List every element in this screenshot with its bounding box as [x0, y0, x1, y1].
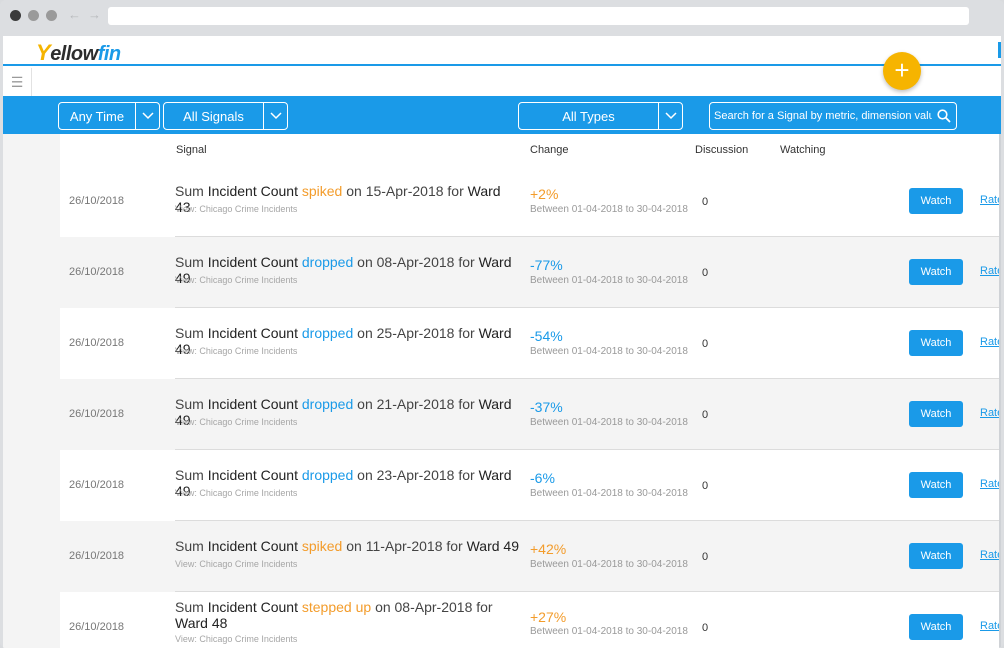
signal-change-value: -37% — [530, 399, 563, 415]
signal-view-name: View: Chicago Crime Incidents — [175, 204, 298, 214]
minimize-window-button[interactable] — [28, 10, 39, 21]
rate-link[interactable]: Rate — [980, 549, 1001, 561]
signal-view-name: View: Chicago Crime Incidents — [175, 488, 298, 498]
signal-row[interactable]: 26/10/2018 Sum Incident Count dropped on… — [60, 450, 1001, 521]
maximize-window-button[interactable] — [46, 10, 57, 21]
app-area: Yellowfin ☰ + Any Time All Signals All T… — [3, 36, 1001, 648]
signal-date: 26/10/2018 — [69, 479, 125, 491]
signal-change-period: Between 01-04-2018 to 30-04-2018 — [530, 346, 688, 357]
browser-window: ← → Yellowfin ☰ + Any Time All Signals A… — [0, 0, 1004, 648]
signal-search-input[interactable]: Search for a Signal by metric, dimension… — [709, 102, 957, 130]
signal-description[interactable]: Sum Incident Count stepped up on 08-Apr-… — [175, 599, 520, 631]
signal-change-period: Between 01-04-2018 to 30-04-2018 — [530, 417, 688, 428]
signal-view-name: View: Chicago Crime Incidents — [175, 346, 298, 356]
signal-change-value: -6% — [530, 470, 555, 486]
rate-link[interactable]: Rate — [980, 407, 1001, 419]
rate-link[interactable]: Rate — [980, 620, 1001, 632]
watch-button[interactable]: Watch — [909, 614, 963, 640]
chevron-down-icon[interactable] — [263, 103, 287, 129]
signal-row[interactable]: 26/10/2018 Sum Incident Count dropped on… — [60, 237, 1001, 308]
add-button[interactable]: + — [883, 52, 921, 90]
top-right-tab[interactable] — [998, 42, 1001, 58]
signal-change-period: Between 01-04-2018 to 30-04-2018 — [530, 275, 688, 286]
chevron-down-icon[interactable] — [658, 103, 682, 129]
menu-icon[interactable]: ☰ — [3, 68, 32, 96]
filter-bar: Any Time All Signals All Types Search fo… — [3, 96, 1001, 134]
search-icon[interactable] — [932, 109, 956, 123]
signal-view-name: View: Chicago Crime Incidents — [175, 417, 298, 427]
signal-change-period: Between 01-04-2018 to 30-04-2018 — [530, 626, 688, 637]
watch-button[interactable]: Watch — [909, 188, 963, 214]
column-watching[interactable]: Watching — [780, 144, 825, 156]
signal-view-name: View: Chicago Crime Incidents — [175, 275, 298, 285]
column-discussion[interactable]: Discussion — [695, 144, 748, 156]
signal-change-period: Between 01-04-2018 to 30-04-2018 — [530, 488, 688, 499]
signals-list: Signal Change Discussion Watching 26/10/… — [3, 134, 1001, 648]
sub-bar: ☰ — [3, 68, 1001, 96]
signal-date: 26/10/2018 — [69, 266, 125, 278]
top-bar: Yellowfin — [3, 36, 1001, 66]
signal-change-value: -54% — [530, 328, 563, 344]
signal-change-period: Between 01-04-2018 to 30-04-2018 — [530, 559, 688, 570]
scrollbar[interactable] — [999, 134, 1001, 648]
signal-description[interactable]: Sum Incident Count spiked on 11-Apr-2018… — [175, 538, 520, 554]
types-filter-select[interactable]: All Types — [518, 102, 683, 130]
discussion-count: 0 — [702, 622, 709, 634]
signal-change-value: -77% — [530, 257, 563, 273]
watch-button[interactable]: Watch — [909, 472, 963, 498]
discussion-count: 0 — [702, 409, 709, 421]
watch-button[interactable]: Watch — [909, 259, 963, 285]
types-filter-label: All Types — [562, 108, 615, 124]
address-bar[interactable] — [108, 7, 969, 25]
signal-view-name: View: Chicago Crime Incidents — [175, 634, 298, 644]
signal-view-name: View: Chicago Crime Incidents — [175, 559, 298, 569]
signal-row[interactable]: 26/10/2018 Sum Incident Count spiked on … — [60, 521, 1001, 592]
column-signal[interactable]: Signal — [176, 144, 207, 156]
signal-date: 26/10/2018 — [69, 550, 125, 562]
signal-date: 26/10/2018 — [69, 195, 125, 207]
signal-row[interactable]: 26/10/2018 Sum Incident Count dropped on… — [60, 308, 1001, 379]
signal-date: 26/10/2018 — [69, 337, 125, 349]
column-change[interactable]: Change — [530, 144, 569, 156]
chevron-down-icon[interactable] — [135, 103, 159, 129]
close-window-button[interactable] — [10, 10, 21, 21]
time-filter-label: Any Time — [69, 108, 125, 124]
column-headers: Signal Change Discussion Watching — [60, 134, 1001, 166]
signals-filter-select[interactable]: All Signals — [163, 102, 288, 130]
rate-link[interactable]: Rate — [980, 478, 1001, 490]
discussion-count: 0 — [702, 551, 709, 563]
rate-link[interactable]: Rate — [980, 336, 1001, 348]
signal-row[interactable]: 26/10/2018 Sum Incident Count stepped up… — [60, 592, 1001, 648]
search-placeholder: Search for a Signal by metric, dimension… — [714, 110, 932, 122]
signals-filter-label: All Signals — [183, 108, 244, 124]
watch-button[interactable]: Watch — [909, 401, 963, 427]
rate-link[interactable]: Rate — [980, 265, 1001, 277]
signal-change-value: +27% — [530, 609, 567, 625]
signal-change-value: +2% — [530, 186, 559, 202]
watch-button[interactable]: Watch — [909, 543, 963, 569]
signal-row[interactable]: 26/10/2018 Sum Incident Count spiked on … — [60, 166, 1001, 237]
discussion-count: 0 — [702, 338, 709, 350]
rate-link[interactable]: Rate — [980, 194, 1001, 206]
time-filter-select[interactable]: Any Time — [58, 102, 160, 130]
signal-date: 26/10/2018 — [69, 621, 125, 633]
signal-change-period: Between 01-04-2018 to 30-04-2018 — [530, 204, 688, 215]
signal-row[interactable]: 26/10/2018 Sum Incident Count dropped on… — [60, 379, 1001, 450]
signal-change-value: +42% — [530, 541, 567, 557]
discussion-count: 0 — [702, 196, 709, 208]
discussion-count: 0 — [702, 267, 709, 279]
browser-chrome: ← → — [0, 0, 1004, 36]
back-arrow-icon[interactable]: ← — [68, 7, 81, 22]
yellowfin-logo[interactable]: Yellowfin — [36, 40, 121, 66]
watch-button[interactable]: Watch — [909, 330, 963, 356]
discussion-count: 0 — [702, 480, 709, 492]
forward-arrow-icon[interactable]: → — [88, 7, 101, 22]
signal-date: 26/10/2018 — [69, 408, 125, 420]
